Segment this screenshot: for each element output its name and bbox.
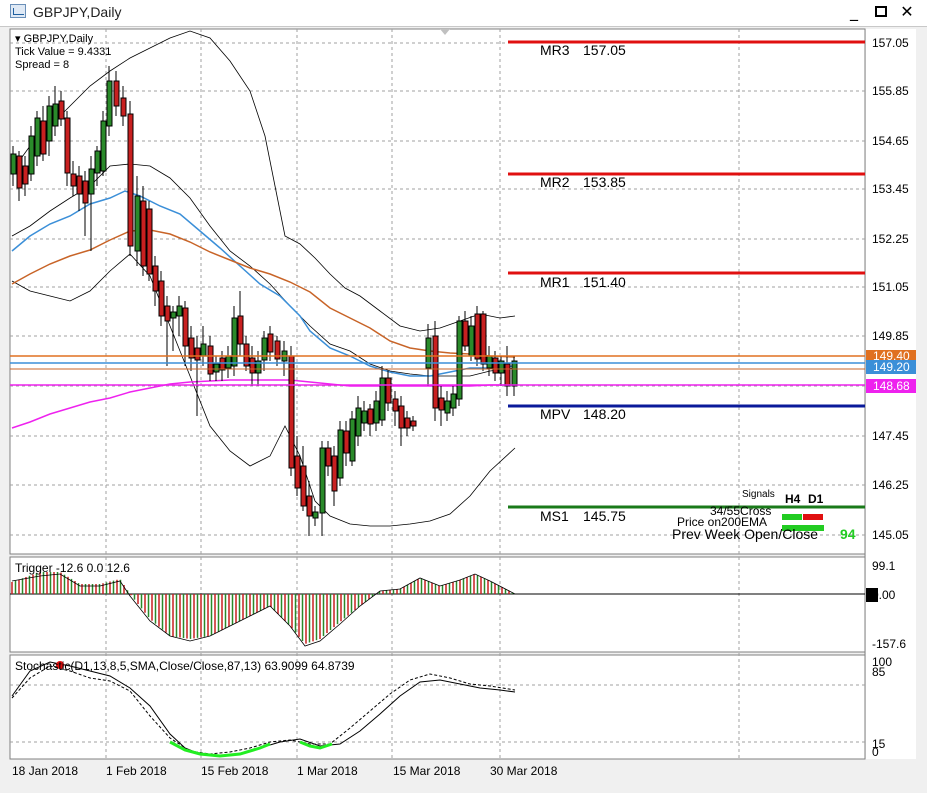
svg-text:155.85: 155.85 <box>872 84 909 98</box>
svg-text:85: 85 <box>872 665 886 679</box>
svg-text:147.45: 147.45 <box>872 429 909 443</box>
svg-text:153.45: 153.45 <box>872 182 909 196</box>
svg-text:15 Mar 2018: 15 Mar 2018 <box>393 764 461 778</box>
tick-value-label: Tick Value = 9.4331 <box>15 46 111 58</box>
close-button[interactable]: ✕ <box>896 2 918 22</box>
pivot-value-mr3: 157.05 <box>583 42 626 58</box>
svg-text:151.05: 151.05 <box>872 280 909 294</box>
minimize-button[interactable]: _ <box>843 2 865 22</box>
maximize-icon <box>875 6 887 17</box>
svg-text:149.85: 149.85 <box>872 329 909 343</box>
chart-area[interactable]: MR3 157.05 MR2 153.85 MR1 151.40 MPV 148… <box>0 26 927 793</box>
pivot-name-mr2: MR2 <box>540 174 570 190</box>
main-price-panel[interactable] <box>9 28 866 555</box>
signals-tf-d1: D1 <box>808 492 824 506</box>
svg-text:0: 0 <box>872 745 879 759</box>
svg-text:30 Mar 2018: 30 Mar 2018 <box>490 764 558 778</box>
svg-text:99.1: 99.1 <box>872 559 896 573</box>
svg-text:18 Jan 2018: 18 Jan 2018 <box>12 764 78 778</box>
trigger-panel[interactable] <box>9 556 866 653</box>
price-tag-blue-text: 149.20 <box>873 360 910 374</box>
chart-window-icon <box>10 4 26 18</box>
spread-label: Spread = 8 <box>15 59 69 71</box>
signal-cross-h4 <box>782 514 802 520</box>
pivot-value-mr1: 151.40 <box>583 274 626 290</box>
title-bar: GBPJPY,Daily _ ✕ <box>0 0 927 27</box>
price-tag-magenta-text: 148.68 <box>873 379 910 393</box>
symbol-label: ▾ GBPJPY,Daily <box>15 33 94 45</box>
svg-text:145.05: 145.05 <box>872 528 909 542</box>
pivot-value-ms1: 145.75 <box>583 508 626 524</box>
svg-text:1 Mar 2018: 1 Mar 2018 <box>297 764 358 778</box>
pivot-name-ms1: MS1 <box>540 508 569 524</box>
time-axis: 18 Jan 2018 1 Feb 2018 15 Feb 2018 1 Mar… <box>12 764 558 778</box>
pivot-name-mpv: MPV <box>540 406 571 422</box>
svg-text:1 Feb 2018: 1 Feb 2018 <box>106 764 167 778</box>
prev-week-value: 94 <box>840 526 856 542</box>
maximize-button[interactable] <box>870 2 892 22</box>
stochastic-label: Stochastic(D1,13,8,5,SMA,Close/Close,87,… <box>15 659 355 673</box>
prev-week-label: Prev Week Open/Close <box>672 526 818 542</box>
svg-text:0.00: 0.00 <box>872 588 896 602</box>
pivot-name-mr3: MR3 <box>540 42 570 58</box>
pivot-name-mr1: MR1 <box>540 274 570 290</box>
svg-text:152.25: 152.25 <box>872 232 909 246</box>
trigger-label: Trigger -12.6 0.0 12.6 <box>15 561 130 575</box>
svg-text:-157.6: -157.6 <box>872 637 906 651</box>
status-strip <box>10 781 916 791</box>
svg-text:146.25: 146.25 <box>872 478 909 492</box>
svg-text:154.65: 154.65 <box>872 134 909 148</box>
pivot-value-mr2: 153.85 <box>583 174 626 190</box>
signals-header: Signals <box>742 489 775 500</box>
pivot-value-mpv: 148.20 <box>583 406 626 422</box>
signals-tf-h4: H4 <box>785 492 801 506</box>
svg-text:15 Feb 2018: 15 Feb 2018 <box>201 764 269 778</box>
signal-cross-d1 <box>803 514 823 520</box>
window-title: GBPJPY,Daily <box>33 4 122 20</box>
svg-text:157.05: 157.05 <box>872 36 909 50</box>
